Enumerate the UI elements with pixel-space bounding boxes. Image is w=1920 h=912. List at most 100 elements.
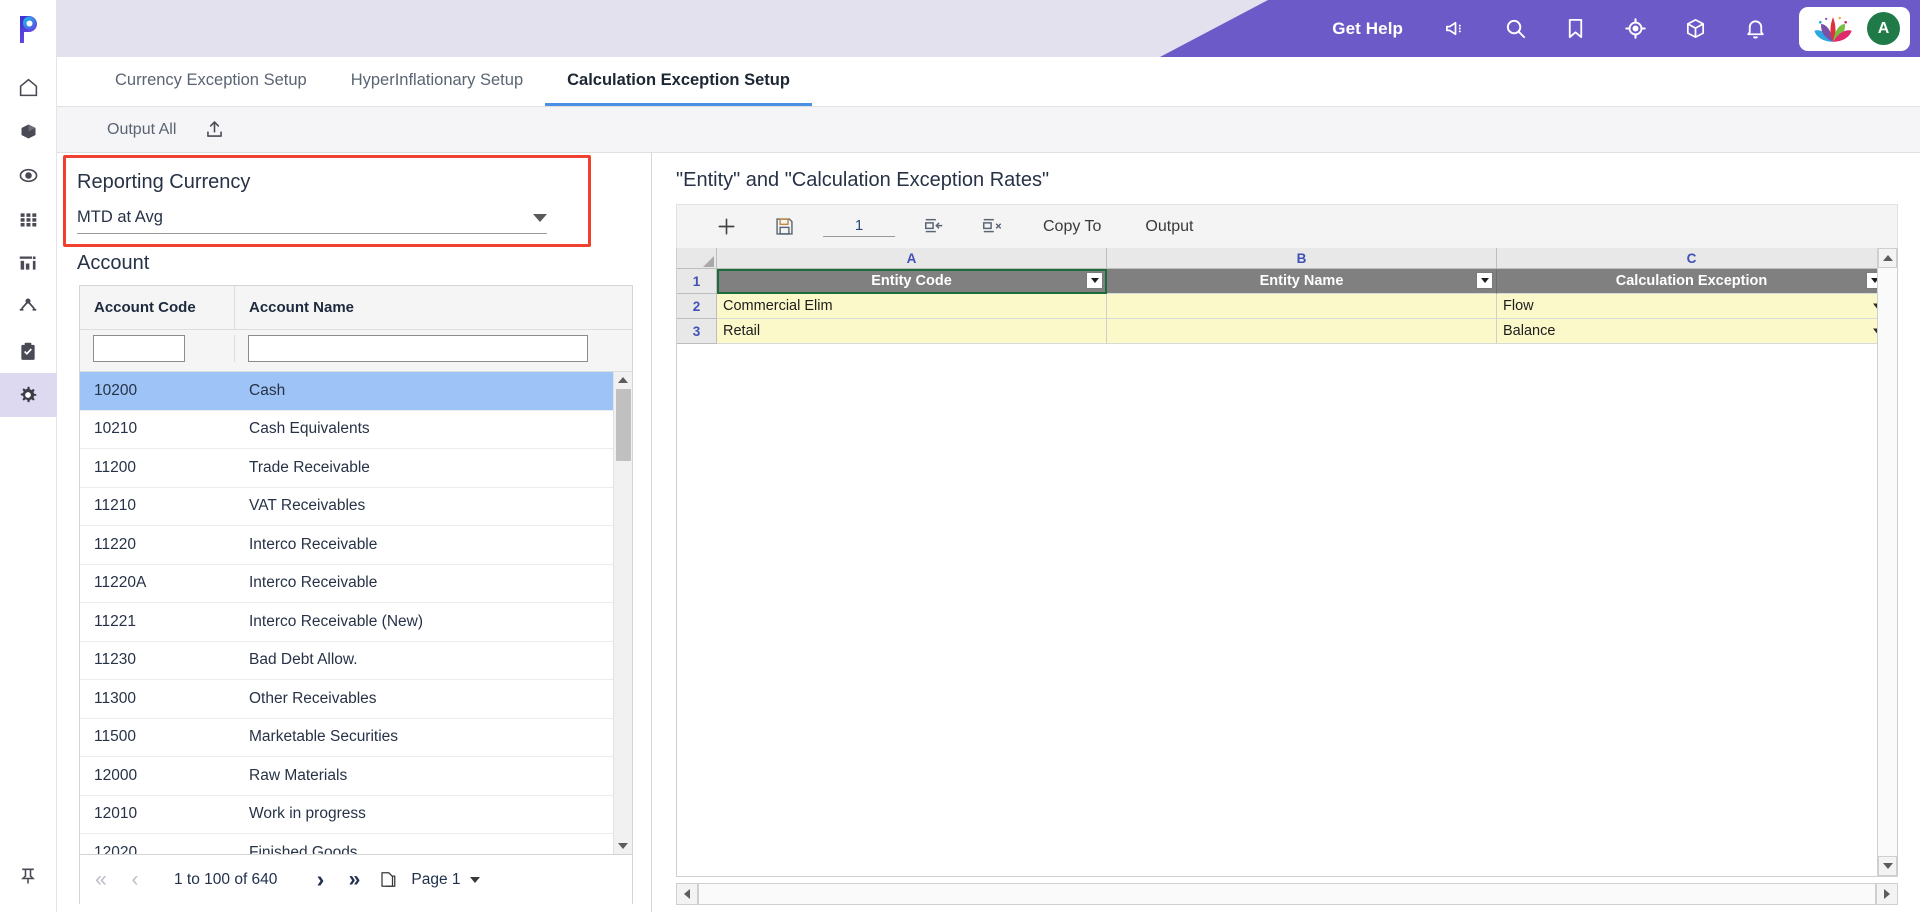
grid-horizontal-scrollbar[interactable]: [676, 882, 1898, 906]
sidebar-item-tasks[interactable]: [0, 329, 57, 373]
first-page-button[interactable]: «: [84, 860, 118, 900]
account-pane: Reporting Currency MTD at Avg Account Ac…: [57, 153, 652, 912]
notifications-button[interactable]: [1725, 0, 1785, 57]
header-cell-entity-code[interactable]: Entity Code: [717, 269, 1107, 294]
row-number-3[interactable]: 3: [677, 319, 717, 344]
column-letter-a[interactable]: A: [717, 248, 1107, 269]
calculation-exception-filter-dropdown[interactable]: [1866, 272, 1877, 289]
sidebar-item-models[interactable]: [0, 109, 57, 153]
sidebar-item-settings[interactable]: [0, 373, 57, 417]
entity-code-filter-dropdown[interactable]: [1086, 272, 1103, 289]
cell-entity-code-text: Retail: [723, 323, 761, 339]
cell-entity-code[interactable]: Retail: [717, 319, 1107, 344]
scroll-up-button[interactable]: [618, 372, 628, 388]
insert-row-button[interactable]: [905, 205, 963, 249]
page-label[interactable]: Page 1: [411, 871, 460, 889]
account-code-filter-input[interactable]: [93, 335, 185, 362]
table-row[interactable]: 10210 Cash Equivalents: [80, 411, 613, 449]
table-row[interactable]: 11300 Other Receivables: [80, 680, 613, 719]
row-count-input[interactable]: 1: [823, 217, 895, 237]
output-button[interactable]: Output: [1123, 205, 1215, 249]
table-row[interactable]: 10200 Cash: [80, 372, 613, 411]
grid-scroll-right-button[interactable]: [1876, 883, 1898, 905]
account-chip[interactable]: A: [1799, 6, 1910, 51]
output-all-button[interactable]: Output All: [107, 121, 176, 139]
page-size-button[interactable]: [371, 860, 405, 900]
pin-sidebar-button[interactable]: [0, 854, 57, 898]
grid-scroll-up-button[interactable]: [1878, 248, 1897, 268]
focus-button[interactable]: [1605, 0, 1665, 57]
last-page-button[interactable]: »: [337, 860, 371, 900]
account-vertical-scrollbar[interactable]: [613, 372, 632, 854]
sidebar-item-hierarchy[interactable]: [0, 285, 57, 329]
reporting-currency-value: MTD at Avg: [77, 208, 163, 226]
table-row[interactable]: 11220A Interco Receivable: [80, 565, 613, 603]
header-cell-entity-name[interactable]: Entity Name: [1107, 269, 1497, 294]
search-button[interactable]: [1485, 0, 1545, 57]
select-all-corner[interactable]: [677, 248, 717, 269]
sidebar-item-home[interactable]: [0, 65, 57, 109]
row-number-1[interactable]: 1: [677, 269, 717, 294]
column-letter-c[interactable]: C: [1497, 248, 1877, 269]
cube-icon: [21, 124, 35, 138]
sidebar-item-reports[interactable]: [0, 241, 57, 285]
save-button[interactable]: [755, 205, 813, 249]
table-row[interactable]: 11210 VAT Receivables: [80, 488, 613, 526]
delete-row-button[interactable]: [963, 205, 1021, 249]
content-body: Reporting Currency MTD at Avg Account Ac…: [57, 153, 1920, 912]
copy-to-button[interactable]: Copy To: [1021, 205, 1123, 249]
tab-hyperinflationary-setup[interactable]: HyperInflationary Setup: [329, 57, 545, 106]
sidebar-item-view[interactable]: [0, 153, 57, 197]
announcements-button[interactable]: [1425, 0, 1485, 57]
app-logo[interactable]: [0, 0, 57, 57]
packages-button[interactable]: [1665, 0, 1725, 57]
table-row[interactable]: 12020 Finished Goods: [80, 834, 613, 854]
grid-vertical-scrollbar[interactable]: [1877, 248, 1897, 876]
avatar[interactable]: A: [1867, 12, 1900, 45]
column-header-account-name[interactable]: Account Name: [235, 286, 632, 329]
cell-calculation-exception-text: Balance: [1503, 323, 1556, 339]
tab-bar: Currency Exception Setup HyperInflationa…: [57, 57, 1920, 107]
table-row[interactable]: 11230 Bad Debt Allow.: [80, 642, 613, 680]
account-name-filter-input[interactable]: [248, 335, 588, 362]
table-row[interactable]: 11200 Trade Receivable: [80, 449, 613, 488]
header-cell-calculation-exception[interactable]: Calculation Exception: [1497, 269, 1877, 294]
page-chevron-down-icon[interactable]: [469, 876, 480, 883]
add-row-button[interactable]: [697, 205, 755, 249]
sidebar-item-grid[interactable]: [0, 197, 57, 241]
scroll-down-button[interactable]: [618, 838, 628, 854]
column-header-account-code[interactable]: Account Code: [80, 286, 235, 329]
cell-chevron-down-icon[interactable]: [1873, 303, 1877, 309]
next-page-button[interactable]: ›: [303, 860, 337, 900]
topbar-controls: Get Help A: [1332, 0, 1920, 57]
cell-calculation-exception[interactable]: Balance: [1497, 319, 1877, 344]
grid-scroll-down-button[interactable]: [1878, 856, 1897, 876]
table-row[interactable]: 11221 Interco Receivable (New): [80, 603, 613, 642]
grid-vscroll-track[interactable]: [1878, 268, 1897, 856]
reporting-currency-select[interactable]: MTD at Avg: [77, 208, 547, 234]
grid-hscroll-track[interactable]: [698, 883, 1876, 905]
tab-calculation-exception-setup[interactable]: Calculation Exception Setup: [545, 57, 812, 106]
table-row[interactable]: 11500 Marketable Securities: [80, 719, 613, 757]
prev-page-button[interactable]: ‹: [118, 860, 152, 900]
upload-button[interactable]: [204, 119, 225, 140]
reporting-currency-block: Reporting Currency MTD at Avg: [57, 153, 651, 248]
get-help-button[interactable]: Get Help: [1332, 19, 1403, 39]
row-number-2[interactable]: 2: [677, 294, 717, 319]
cell-calculation-exception[interactable]: Flow: [1497, 294, 1877, 319]
tab-currency-exception-setup[interactable]: Currency Exception Setup: [93, 57, 329, 106]
table-row[interactable]: 12000 Raw Materials: [80, 757, 613, 796]
cell-entity-name[interactable]: [1107, 319, 1497, 344]
table-row[interactable]: 11220 Interco Receivable: [80, 526, 613, 565]
exception-rates-pane: "Entity" and "Calculation Exception Rate…: [652, 153, 1920, 912]
grid-scroll-left-button[interactable]: [676, 883, 698, 905]
table-row[interactable]: 12010 Work in progress: [80, 796, 613, 834]
cell-entity-code[interactable]: Commercial Elim: [717, 294, 1107, 319]
column-letter-b[interactable]: B: [1107, 248, 1497, 269]
entity-name-filter-dropdown[interactable]: [1476, 272, 1493, 289]
bookmarks-button[interactable]: [1545, 0, 1605, 57]
cell-entity-name[interactable]: [1107, 294, 1497, 319]
account-name-cell: Bad Debt Allow.: [249, 651, 358, 669]
cell-chevron-down-icon[interactable]: [1873, 328, 1877, 334]
scrollbar-thumb[interactable]: [615, 389, 631, 461]
